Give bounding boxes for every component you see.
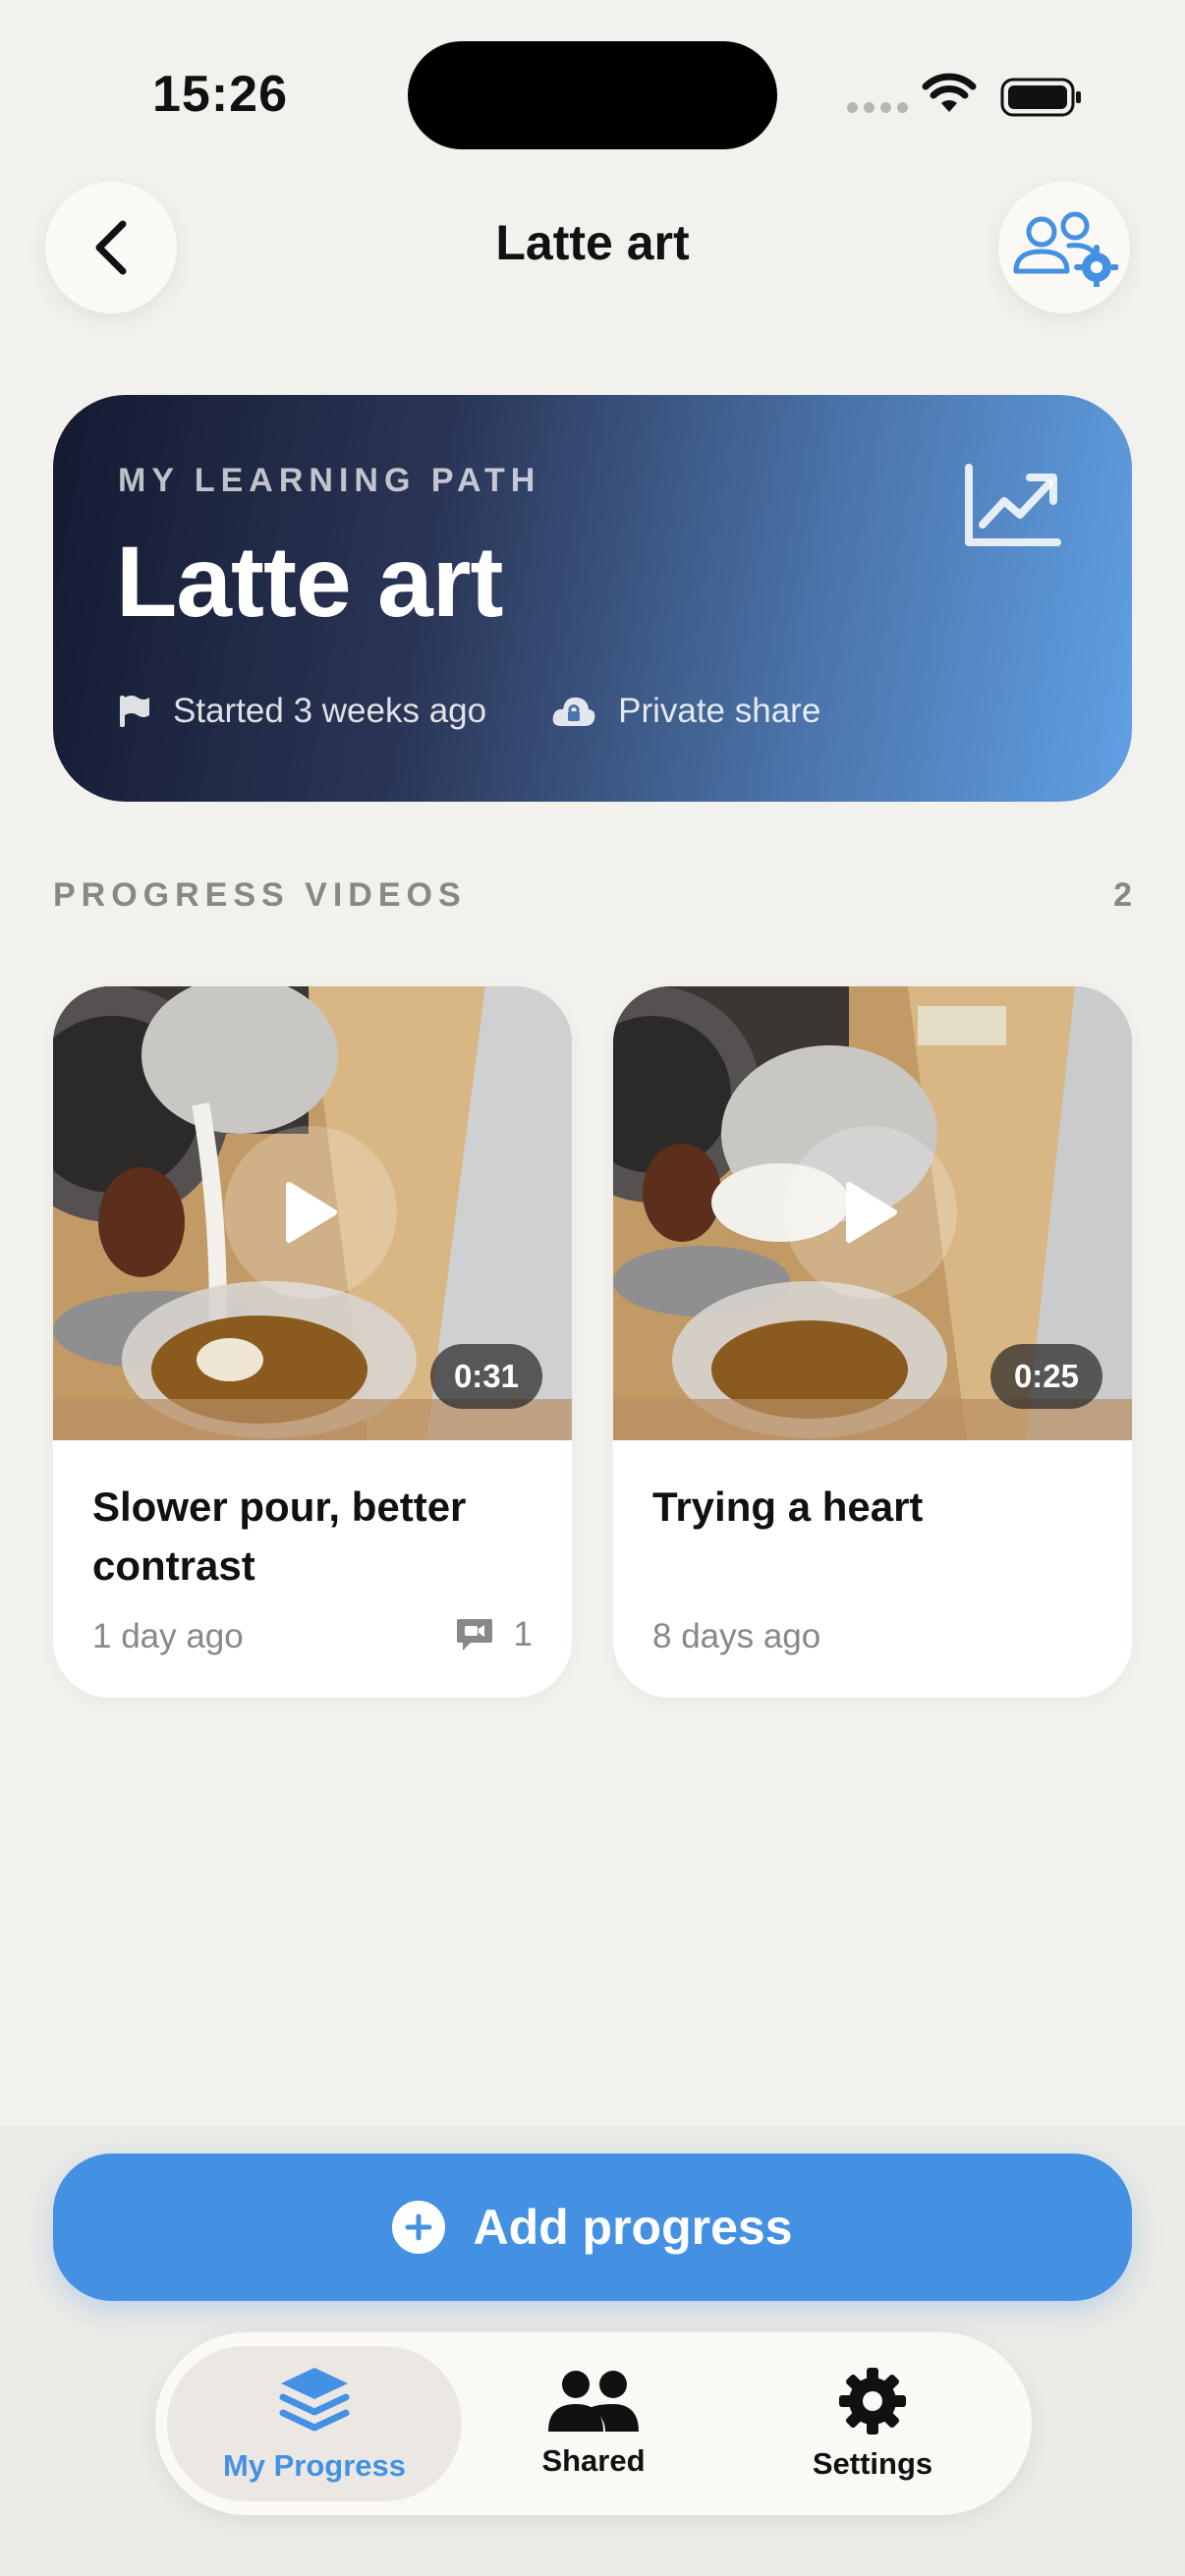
hero-title: Latte art: [116, 526, 503, 638]
video-card[interactable]: 0:25 Trying a heart 8 days ago: [613, 986, 1132, 1698]
cloud-lock-icon: [552, 697, 595, 726]
share-text: Private share: [618, 692, 821, 730]
video-title: Slower pour, better contrast: [92, 1484, 467, 1589]
share-info: Private share: [551, 692, 820, 731]
status-time: 15:26: [152, 66, 288, 123]
add-progress-button[interactable]: Add progress: [53, 2154, 1132, 2301]
tab-label: Settings: [812, 2446, 933, 2481]
trend-chart-icon: [965, 464, 1061, 546]
comment-count: 1: [513, 1615, 533, 1653]
people-icon: [548, 2371, 639, 2432]
video-comments[interactable]: 1: [455, 1615, 533, 1654]
tab-label: My Progress: [222, 2448, 407, 2483]
flag-icon: [120, 696, 149, 727]
status-bar: 15:26: [0, 0, 1185, 187]
video-duration: 0:25: [989, 1344, 1102, 1409]
section-label: PROGRESS VIDEOS: [53, 876, 467, 914]
dynamic-island: [408, 41, 777, 149]
cellular-signal-icon: [847, 102, 908, 113]
video-date: 1 day ago: [92, 1617, 244, 1655]
add-progress-label: Add progress: [473, 2200, 793, 2255]
people-settings-icon: [1013, 211, 1118, 287]
gear-icon: [839, 2368, 906, 2435]
play-button[interactable]: [224, 1126, 397, 1299]
play-icon: [286, 1182, 337, 1243]
play-icon: [846, 1182, 897, 1243]
video-title: Trying a heart: [652, 1484, 924, 1530]
hero-meta: Started 3 weeks ago Private share: [118, 692, 885, 731]
video-duration: 0:31: [429, 1344, 542, 1409]
layers-icon: [279, 2368, 350, 2432]
started-text: Started 3 weeks ago: [173, 692, 487, 730]
plus-circle-icon: [392, 2201, 446, 2254]
video-date: 8 days ago: [652, 1617, 821, 1655]
video-thumbnail[interactable]: 0:31: [53, 986, 572, 1440]
video-comment-icon: [456, 1619, 492, 1651]
wifi-icon: [922, 73, 977, 112]
video-thumbnail[interactable]: 0:25: [613, 986, 1132, 1440]
play-button[interactable]: [784, 1126, 957, 1299]
tab-settings[interactable]: Settings: [725, 2346, 1020, 2501]
tab-shared[interactable]: Shared: [446, 2346, 741, 2501]
hero-kicker: MY LEARNING PATH: [118, 462, 541, 499]
video-card[interactable]: 0:31 Slower pour, better contrast 1 day …: [53, 986, 572, 1698]
section-count: 2: [1113, 876, 1132, 914]
tab-my-progress[interactable]: My Progress: [167, 2346, 462, 2501]
started-info: Started 3 weeks ago: [118, 692, 486, 731]
learning-path-card: MY LEARNING PATH Latte art Started 3 wee…: [53, 395, 1132, 802]
tab-bar: My Progress Shared Settings: [155, 2332, 1032, 2515]
battery-icon: [1000, 78, 1081, 117]
manage-sharing-button[interactable]: [998, 182, 1130, 313]
tab-label: Shared: [541, 2443, 646, 2478]
